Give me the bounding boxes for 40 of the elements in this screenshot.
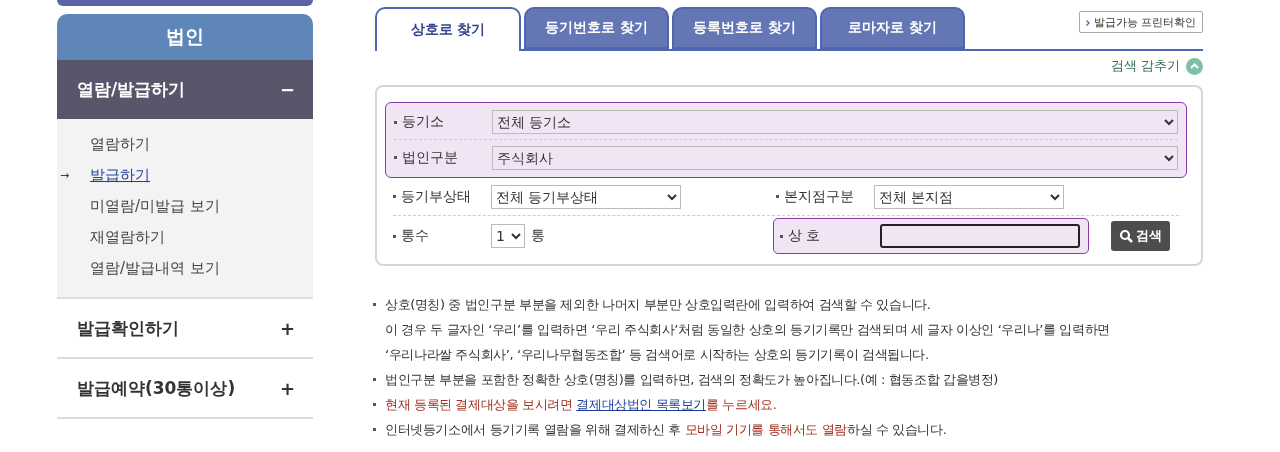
name-input[interactable] xyxy=(880,224,1080,248)
notice-text: ‘우리나라쌀 주식회사’, ‘우리나무협동조합’ 등 검색어로 시작하는 상호의 등기기록이 검색됩니다. xyxy=(384,346,930,364)
hide-search-link[interactable]: 검색 감추기 xyxy=(1110,57,1180,75)
toggle-icon: + xyxy=(279,377,295,399)
notice-text: 이 경우 두 글자인 ‘우리’를 입력하면 ‘우리 주식회사’처럼 동일한 상호의 등기기록만 검색되며 세 글자 이상인 ‘우리나’를 입력하면 xyxy=(384,321,1111,339)
chevron-icon xyxy=(1085,19,1090,26)
printer-check-button[interactable]: 발급가능 프린터확인 xyxy=(1078,11,1203,33)
field-label: 통수 xyxy=(393,227,491,245)
search-icon xyxy=(1119,229,1133,243)
submenu-item[interactable]: 재열람하기 xyxy=(90,226,165,248)
registry-select[interactable]: 전체 등기소 xyxy=(492,110,1178,134)
search-tab[interactable]: 로마자로 찾기 xyxy=(820,7,965,49)
submenu-item[interactable]: 열람하기 xyxy=(90,133,150,155)
list-link[interactable]: 결제대상법인 목록보기 xyxy=(576,397,707,412)
notice-text: 법인구분 부분을 포함한 정확한 상호(명칭)를 입력하면, 검색의 정확도가 높아집니다.(예 : 협동조합 갑을병정) xyxy=(373,367,1203,392)
field-label: 법인구분 xyxy=(394,148,492,167)
submenu-item[interactable]: 미열람/미발급 보기 xyxy=(90,195,220,217)
arrow-marker: → xyxy=(60,168,71,182)
notice-text: 상호(명칭) 중 법인구분 부분을 제외한 나머지 부분만 상호입력란에 입력하여 검색할 수 있습니다. xyxy=(373,292,1203,317)
corp-type-select[interactable]: 주식회사 xyxy=(492,145,1178,170)
sidebar-section[interactable]: 열람/발급하기 − xyxy=(57,60,313,119)
submenu-item[interactable]: 열람/발급내역 보기 xyxy=(90,257,220,279)
search-tab[interactable]: 등기번호로 찾기 xyxy=(524,7,669,49)
sidebar-header: 법인 xyxy=(57,14,313,60)
field-label: 등기부상태 xyxy=(393,187,491,206)
branch-select[interactable]: 전체 본지점 xyxy=(874,184,1064,209)
toggle-icon: − xyxy=(279,79,295,100)
field-label: 상 호 xyxy=(780,227,880,245)
toggle-icon: + xyxy=(279,317,295,339)
search-tab[interactable]: 상호로 찾기 xyxy=(375,7,521,51)
field-label: 등기소 xyxy=(394,113,492,131)
unit-label: 통 xyxy=(531,227,545,245)
submenu-item[interactable]: 발급하기 xyxy=(90,164,150,186)
notice-text: 현재 등록된 결제대상을 보시려면 결제대상법인 목록보기 를 누르세요. xyxy=(373,392,1203,417)
notice-text: 인터넷등기소에서 등기기록 열람을 위해 결제하신 후 모바일 기기를 통해서도 열람하실 수 있습니다. xyxy=(373,417,1203,442)
search-tab[interactable]: 등록번호로 찾기 xyxy=(672,7,817,49)
field-label: 본지점구분 xyxy=(776,187,874,206)
copies-select[interactable]: 1 xyxy=(491,224,525,248)
status-select[interactable]: 전체 등기부상태 xyxy=(491,184,681,209)
search-button[interactable]: 검색 xyxy=(1111,221,1170,251)
